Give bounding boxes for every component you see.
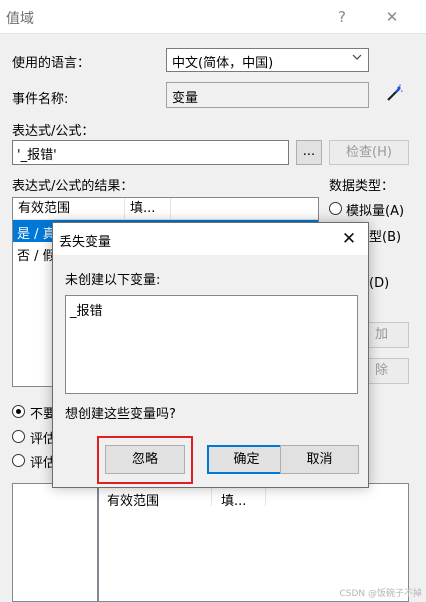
column-divider — [211, 486, 212, 506]
column-divider — [265, 486, 266, 506]
datatype-option-label: 模拟量(A) — [346, 204, 405, 219]
missing-variable-item: _报错 — [70, 304, 103, 319]
datatype-option-label: (D) — [369, 276, 390, 291]
column-valid-range[interactable]: 有效范围 — [107, 490, 159, 509]
result-list-header: 有效范围 填... — [13, 198, 318, 220]
ignore-button[interactable]: 忽略 — [105, 445, 185, 474]
title-bar: 值域 ? ✕ — [0, 0, 426, 34]
cancel-button[interactable]: 取消 — [280, 445, 359, 474]
window-title: 值域 — [6, 11, 34, 27]
row-value: 否 / 假 — [17, 249, 56, 264]
expression-input[interactable]: '_报错' — [12, 140, 289, 165]
datatype-label: 数据类型： — [329, 179, 395, 194]
event-name-field: 变量 — [166, 82, 369, 108]
radio-option-3[interactable] — [12, 454, 25, 467]
column-valid-range[interactable]: 有效范围 — [13, 198, 125, 220]
help-button[interactable]: ? — [330, 6, 354, 28]
missing-variable-dialog: 丢失变量 ✕ 未创建以下变量: _报错 想创建这些变量吗? 忽略 确定 取消 — [52, 222, 369, 488]
magic-wand-icon[interactable] — [384, 84, 404, 104]
language-select[interactable]: 中文(简体，中国) — [166, 48, 369, 72]
event-name-value: 变量 — [172, 91, 199, 106]
dialog-message: 未创建以下变量: — [65, 273, 161, 288]
expression-label: 表达式/公式： — [12, 124, 95, 139]
event-label: 事件名称: — [12, 92, 69, 107]
ok-button[interactable]: 确定 — [207, 445, 286, 474]
bottom-left-list[interactable] — [12, 483, 98, 602]
radio-option-2[interactable] — [12, 430, 25, 443]
bottom-right-list[interactable]: 有效范围 填... — [98, 483, 409, 602]
close-button[interactable]: ✕ — [380, 6, 404, 28]
browse-button[interactable]: ... — [296, 140, 322, 165]
dialog-body: 未创建以下变量: _报错 想创建这些变量吗? 忽略 确定 取消 — [53, 255, 368, 487]
result-label: 表达式/公式的结果： — [12, 179, 134, 194]
column-fill[interactable]: 填... — [125, 198, 171, 220]
dialog-close-button[interactable]: ✕ — [337, 227, 361, 251]
column-fill[interactable]: 填... — [221, 490, 246, 509]
missing-variables-list[interactable]: _报错 — [65, 295, 358, 394]
check-button[interactable]: 检查(H) — [329, 140, 409, 165]
datatype-option-label: 型(B) — [369, 230, 402, 245]
chevron-down-icon — [352, 52, 362, 65]
watermark: CSDN @饭碗子不掉 — [339, 589, 422, 599]
datatype-radio-analog[interactable] — [329, 202, 342, 215]
dialog-question: 想创建这些变量吗? — [65, 407, 176, 422]
expression-value: '_报错' — [17, 148, 57, 163]
language-value: 中文(简体，中国) — [172, 56, 274, 71]
dialog-title: 丢失变量 — [59, 235, 112, 250]
dialog-title-bar: 丢失变量 ✕ — [53, 223, 368, 255]
radio-option-1[interactable] — [12, 405, 25, 418]
row-value: 是 / 真 — [17, 227, 56, 242]
language-label: 使用的语言： — [12, 56, 91, 71]
